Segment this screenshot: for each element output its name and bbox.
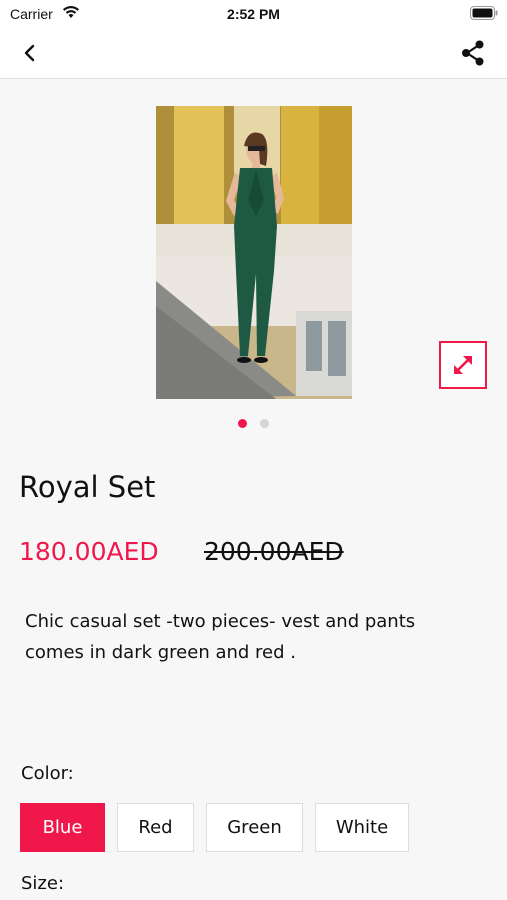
share-button[interactable] xyxy=(457,38,489,68)
color-option-blue[interactable]: Blue xyxy=(20,803,105,852)
chevron-left-icon xyxy=(24,44,35,62)
expand-button[interactable] xyxy=(439,341,487,389)
back-button[interactable] xyxy=(14,38,46,68)
product-image[interactable] xyxy=(156,106,352,399)
product-description: Chic casual set -two pieces- vest and pa… xyxy=(25,611,416,663)
status-bar: Carrier 2:52 PM xyxy=(0,0,507,28)
pager-dot-active[interactable] xyxy=(238,419,247,428)
image-pager xyxy=(0,419,507,428)
nav-bar xyxy=(0,28,507,79)
product-old-price: 200.00AED xyxy=(204,537,344,566)
product-photo xyxy=(156,106,352,399)
product-price: 180.00AED xyxy=(19,537,159,566)
color-label: Color: xyxy=(21,763,74,784)
color-option-red[interactable]: Red xyxy=(117,803,194,852)
size-label: Size: xyxy=(21,873,65,894)
battery-icon xyxy=(470,6,498,20)
pager-dot[interactable] xyxy=(260,419,269,428)
color-option-green[interactable]: Green xyxy=(206,803,303,852)
clock: 2:52 PM xyxy=(227,6,280,22)
expand-arrows-icon xyxy=(454,356,472,374)
share-icon xyxy=(462,40,484,66)
color-option-white[interactable]: White xyxy=(315,803,409,852)
product-title: Royal Set xyxy=(19,470,156,504)
